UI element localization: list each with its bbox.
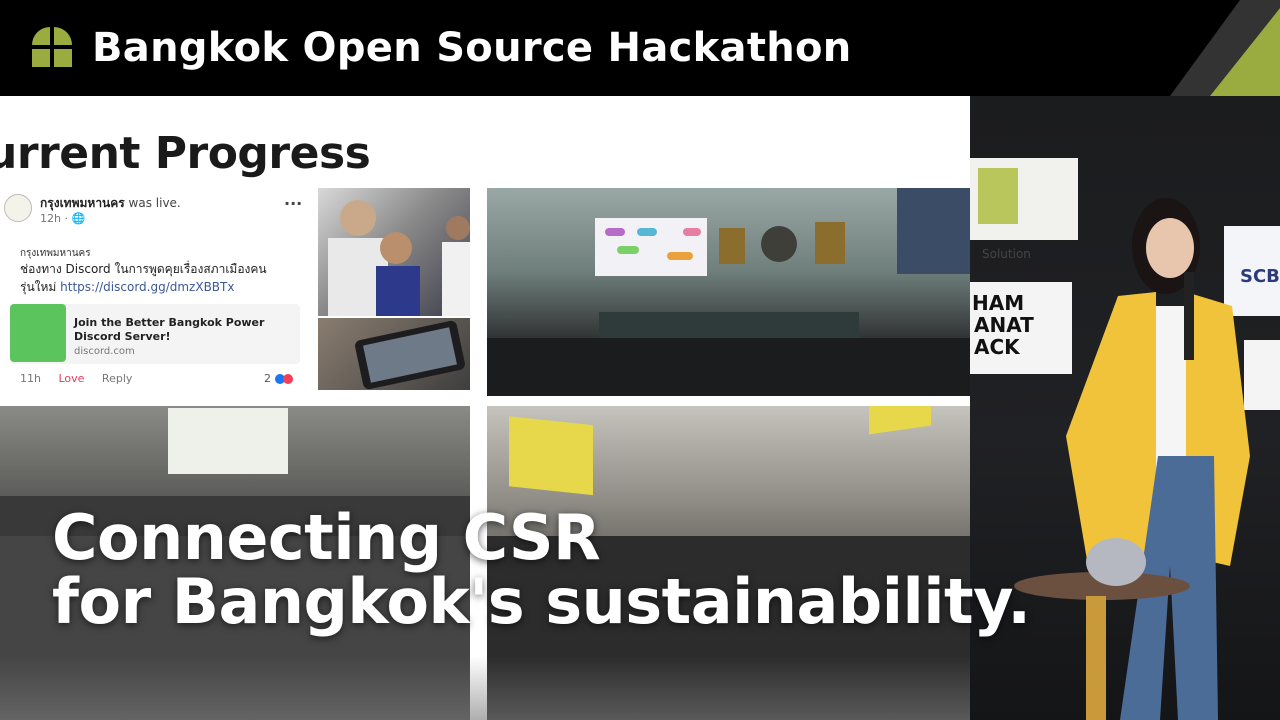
- comment-author: กรุงเทพมหานคร: [20, 248, 91, 259]
- link-preview-thumbnail: [10, 304, 66, 362]
- bottom-shade: [0, 656, 970, 720]
- comment-age: 11h: [20, 372, 41, 385]
- slide-heading: urrent Progress: [0, 128, 371, 179]
- sign-ham: HAM: [972, 291, 1024, 315]
- link-preview-title-line-2: Discord Server!: [74, 330, 171, 343]
- more-options-icon: ···: [284, 194, 303, 213]
- header-banner: Bangkok Open Source Hackathon: [0, 0, 1280, 96]
- live-status-text: was live.: [124, 196, 181, 210]
- lower-third-headline: Connecting CSR for Bangkok's sustainabil…: [52, 501, 1031, 638]
- photo-council-chamber: [487, 188, 970, 396]
- reaction-count-number: 2: [264, 372, 271, 385]
- love-action: Love: [58, 372, 85, 385]
- love-reaction-icon: [282, 374, 293, 384]
- comment-text-prefix: รุ่นใหม่: [20, 280, 61, 294]
- comment-actions: 11h Love Reply: [20, 372, 146, 385]
- event-title: Bangkok Open Source Hackathon: [92, 25, 852, 71]
- photo-people-with-phone: [318, 188, 470, 316]
- comment-text-line-1: ช่องทาง Discord ในการพูดคุยเรื่องสภาเมือ…: [20, 262, 267, 276]
- post-page-name: กรุงเทพมหานคร was live.: [40, 194, 181, 213]
- photo-council-chamber-shapes: [487, 188, 970, 396]
- reaction-count: 2: [264, 372, 293, 385]
- sign-solution: Solution: [982, 247, 1031, 261]
- discord-link: https://discord.gg/dmzXBBTx: [60, 280, 235, 294]
- corner-stripe-decoration: [1170, 0, 1280, 96]
- headline-line-1: Connecting CSR: [52, 501, 601, 574]
- reply-action: Reply: [101, 372, 133, 385]
- page-name-text: กรุงเทพมหานคร: [40, 196, 125, 210]
- photo-phone-closeup: [318, 318, 470, 390]
- link-preview-title-line-1: Join the Better Bangkok Power: [74, 316, 265, 329]
- link-preview-domain: discord.com: [74, 346, 135, 357]
- photo-people-with-phone-shapes: [328, 200, 470, 316]
- quad-leaf-logo-icon: [32, 27, 72, 67]
- page-avatar: [4, 194, 32, 222]
- sign-scb: SCB: [1240, 266, 1280, 287]
- facebook-post-screenshot: กรุงเทพมหานคร was live. 12h · 🌐 ··· กรุง…: [0, 186, 312, 396]
- comment-text-line-2: รุ่นใหม่ https://discord.gg/dmzXBBTx: [20, 278, 234, 297]
- link-preview-card: Join the Better Bangkok Power Discord Se…: [10, 304, 300, 364]
- post-time: 12h · 🌐: [40, 212, 86, 225]
- headline-line-2: for Bangkok's sustainability.: [52, 565, 1031, 638]
- sign-anat: ANAT: [974, 313, 1034, 337]
- photo-phone-closeup-shapes: [355, 320, 465, 390]
- sign-ack: ACK: [974, 335, 1021, 359]
